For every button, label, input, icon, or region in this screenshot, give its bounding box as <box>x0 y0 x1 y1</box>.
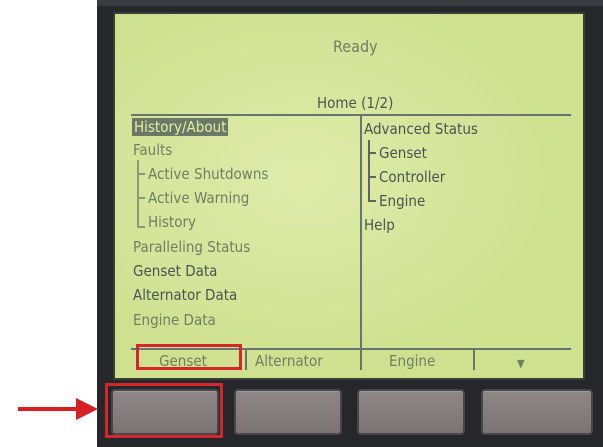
menu-item-active-warning[interactable]: Active Warning <box>148 189 249 207</box>
menu-item-history-about[interactable]: History/About <box>132 118 229 136</box>
tree-branch <box>368 152 376 154</box>
bezel-edge <box>97 0 603 6</box>
status-text: Ready <box>333 37 378 56</box>
menu-item-paralleling-status[interactable]: Paralleling Status <box>133 238 250 256</box>
menu-item-help[interactable]: Help <box>364 216 395 234</box>
page-title: Home (1/2) <box>317 94 394 112</box>
tree-branch <box>137 226 145 228</box>
tree-branch <box>368 176 376 178</box>
menu-item-history[interactable]: History <box>148 213 196 231</box>
menu-item-genset-data[interactable]: Genset Data <box>133 262 217 280</box>
softkey-separator <box>360 350 362 370</box>
button-highlight-box <box>105 383 223 438</box>
tree-branch <box>137 197 145 199</box>
menu-item-advanced-status[interactable]: Advanced Status <box>364 120 478 138</box>
lcd-screen: Ready Home (1/2) History/About Faults Ac… <box>113 12 585 380</box>
softkey-separator <box>245 350 247 370</box>
menu-item-alternator-data[interactable]: Alternator Data <box>133 286 237 304</box>
arrow-right-icon <box>76 398 98 420</box>
menu-item-engine[interactable]: Engine <box>379 192 425 210</box>
softkey-button-4[interactable] <box>481 389 593 435</box>
advanced-tree-line <box>368 140 370 202</box>
softkey-button-2[interactable] <box>234 389 342 435</box>
menu-item-faults[interactable]: Faults <box>133 141 172 159</box>
tree-branch <box>137 173 145 175</box>
chevron-down-icon[interactable]: ▼ <box>517 355 525 373</box>
softkey-highlight-box <box>136 344 242 370</box>
menu-item-controller[interactable]: Controller <box>379 168 445 186</box>
menu-item-engine-data[interactable]: Engine Data <box>133 311 216 329</box>
menu-item-active-shutdowns[interactable]: Active Shutdowns <box>148 165 268 183</box>
softkey-separator <box>473 350 475 370</box>
softkey-engine-label[interactable]: Engine <box>389 352 435 370</box>
column-divider <box>360 116 362 348</box>
softkey-alternator-label[interactable]: Alternator <box>255 352 323 370</box>
menu-item-genset[interactable]: Genset <box>379 144 427 162</box>
softkey-button-3[interactable] <box>357 389 465 435</box>
title-divider <box>131 114 571 116</box>
faults-tree-line <box>137 160 139 228</box>
pointer-arrow-shaft <box>18 407 80 411</box>
tree-branch <box>368 200 376 202</box>
